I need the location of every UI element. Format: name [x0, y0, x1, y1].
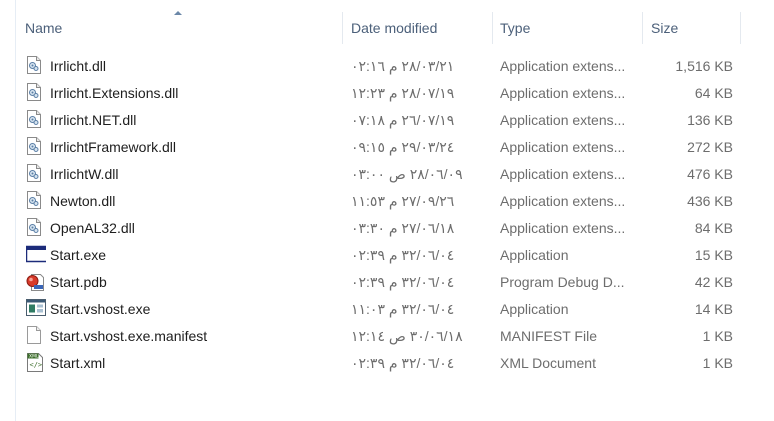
file-name: Irrlicht.dll	[50, 58, 107, 74]
dll-icon	[26, 110, 46, 130]
file-size: 1,516 KB	[675, 58, 733, 74]
file-type: Application extens...	[500, 220, 626, 236]
file-row[interactable]: Start.exe ٣٢/٠٦/٠٤ م ٠٢:٣٩ Application 15 K…	[16, 242, 774, 269]
dll-icon	[26, 83, 46, 103]
file-size: 15 KB	[694, 247, 733, 263]
file-type: Application extens...	[500, 58, 626, 74]
file-row[interactable]: Irrlicht.Extensions.dll ٢٨/٠٧/١٩ م ١٢:٢٣ A…	[16, 80, 774, 107]
file-type: Application extens...	[500, 193, 626, 209]
file-row[interactable]: IrrlichtW.dll ٢٨/٠٦/٠٩ ص ٠٣:٠٠ Application…	[16, 161, 774, 188]
file-size: 436 KB	[687, 193, 733, 209]
file-name: Start.pdb	[50, 274, 107, 290]
file-date-modified: ٢٦/٠٧/١٩ م ٠٧:١٨	[351, 112, 455, 128]
file-date-modified: ٢٨/٠٦/٠٩ ص ٠٣:٠٠	[351, 166, 463, 182]
file-name: Irrlicht.Extensions.dll	[50, 85, 179, 101]
file-size: 1 KB	[702, 355, 733, 371]
manifest-file-icon	[26, 326, 46, 346]
dll-icon	[26, 164, 46, 184]
file-name: IrrlichtW.dll	[50, 166, 119, 182]
file-date-modified: ٢٨/٠٣/٢١ م ٠٢:١٦	[351, 58, 455, 74]
file-type: Application	[500, 247, 569, 263]
file-row[interactable]: Start.pdb ٣٢/٠٦/٠٤ م ٠٢:٣٩ Program Debug D…	[16, 269, 774, 296]
dll-icon	[26, 137, 46, 157]
file-name: OpenAL32.dll	[50, 220, 135, 236]
file-date-modified: ٣٢/٠٦/٠٤ م ١١:٠٣	[351, 301, 455, 317]
file-type: Application extens...	[500, 112, 626, 128]
file-date-modified: ٢٩/٠٣/٢٤ م ٠٩:١٥	[351, 139, 455, 155]
file-size: 272 KB	[687, 139, 733, 155]
dll-icon	[26, 56, 46, 76]
vshost-exe-icon	[26, 299, 46, 319]
file-row[interactable]: OpenAL32.dll ٢٧/٠٦/١٨ م ٠٣:٣٠ Application …	[16, 215, 774, 242]
file-row[interactable]: Start.vshost.exe ٣٢/٠٦/٠٤ م ١١:٠٣ Applicat…	[16, 296, 774, 323]
file-date-modified: ٣٠/٠٦/١٨ ص ١٢:١٤	[351, 328, 463, 344]
file-name: Start.vshost.exe	[50, 301, 151, 317]
file-size: 42 KB	[694, 274, 733, 290]
file-row[interactable]: Irrlicht.dll ٢٨/٠٣/٢١ م ٠٢:١٦ Application …	[16, 53, 774, 80]
dll-icon	[26, 191, 46, 211]
file-row[interactable]: Newton.dll ٢٧/٠٩/٢٦ م ١١:٥٣ Application ex…	[16, 188, 774, 215]
file-date-modified: ٣٢/٠٦/٠٤ م ٠٢:٣٩	[351, 355, 455, 371]
file-size: 476 KB	[687, 166, 733, 182]
file-name: Start.xml	[50, 355, 106, 371]
column-header-bar: Name Date modified Type Size	[16, 11, 774, 44]
file-type: MANIFEST File	[500, 328, 597, 344]
file-date-modified: ٣٢/٠٦/٠٤ م ٠٢:٣٩	[351, 247, 455, 263]
file-date-modified: ٣٢/٠٦/٠٤ م ٠٢:٣٩	[351, 274, 455, 290]
file-size: 136 KB	[687, 112, 733, 128]
file-name: Start.vshost.exe.manifest	[50, 328, 208, 344]
file-type: Application extens...	[500, 139, 626, 155]
file-list-view: Name Date modified Type Size Irrlicht.dl…	[0, 0, 774, 421]
column-header-date-modified[interactable]: Date modified	[343, 12, 493, 44]
exe-icon	[26, 245, 46, 265]
file-row[interactable]: Irrlicht.NET.dll ٢٦/٠٧/١٩ م ٠٧:١٨ Applicat…	[16, 107, 774, 134]
dll-icon	[26, 218, 46, 238]
file-name: Start.exe	[50, 247, 107, 263]
file-size: 64 KB	[694, 85, 733, 101]
file-date-modified: ٢٧/٠٦/١٨ م ٠٣:٣٠	[351, 220, 455, 236]
file-size: 84 KB	[694, 220, 733, 236]
file-row[interactable]: IrrlichtFramework.dll ٢٩/٠٣/٢٤ م ٠٩:١٥ App…	[16, 134, 774, 161]
column-header-name[interactable]: Name	[16, 12, 343, 44]
file-size: 14 KB	[694, 301, 733, 317]
file-row[interactable]: Start.vshost.exe.manifest ٣٠/٠٦/١٨ ص ١٢:١…	[16, 323, 774, 350]
file-type: Program Debug D...	[500, 274, 625, 290]
svg-text:XML: XML	[29, 354, 39, 360]
file-type: Application extens...	[500, 166, 626, 182]
file-type: XML Document	[500, 355, 596, 371]
svg-text:</>: </>	[30, 361, 43, 369]
pdb-icon	[26, 272, 46, 292]
file-date-modified: ٢٧/٠٩/٢٦ م ١١:٥٣	[351, 193, 455, 209]
file-name: Irrlicht.NET.dll	[50, 112, 137, 128]
xml-icon: XML </>	[26, 353, 46, 373]
column-header-type[interactable]: Type	[493, 12, 643, 44]
file-type: Application extens...	[500, 85, 626, 101]
file-date-modified: ٢٨/٠٧/١٩ م ١٢:٢٣	[351, 85, 455, 101]
file-name: IrrlichtFramework.dll	[50, 139, 177, 155]
file-size: 1 KB	[702, 328, 733, 344]
column-header-size[interactable]: Size	[643, 12, 741, 44]
file-name: Newton.dll	[50, 193, 116, 209]
file-row[interactable]: XML </> Start.xml ٣٢/٠٦/٠٤ م ٠٢:٣٩ XML Docum…	[16, 350, 774, 377]
file-type: Application	[500, 301, 569, 317]
file-rows: Irrlicht.dll ٢٨/٠٣/٢١ م ٠٢:١٦ Application …	[16, 53, 774, 377]
navigation-pane-edge[interactable]	[0, 0, 16, 421]
